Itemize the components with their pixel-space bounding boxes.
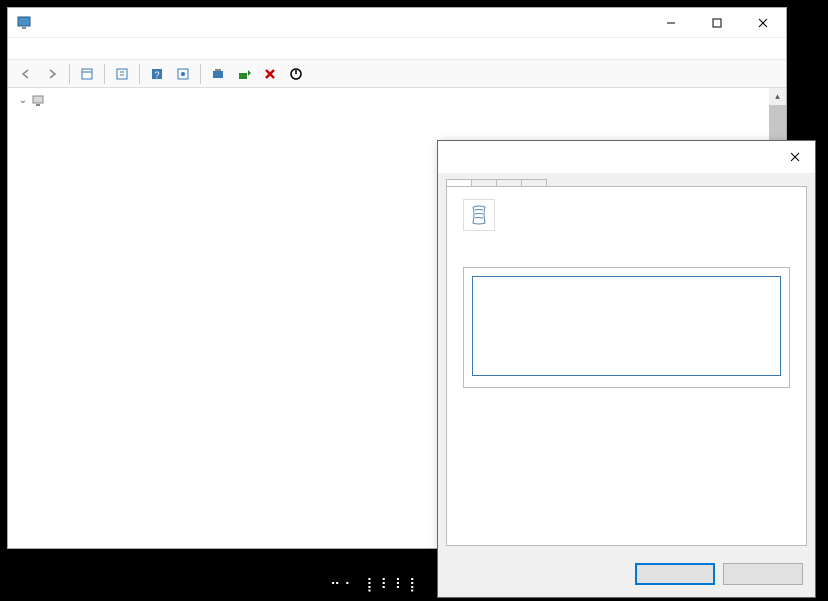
- action-button[interactable]: [171, 62, 195, 86]
- scan-hardware-button[interactable]: [206, 62, 230, 86]
- menubar: [8, 38, 786, 60]
- minimize-button[interactable]: [648, 8, 694, 38]
- taskbar-text: ⠒⠂ ⡇⠇⠇⡇: [330, 576, 423, 593]
- tab-driver[interactable]: [471, 179, 497, 186]
- update-driver-button[interactable]: [232, 62, 256, 86]
- show-hide-tree-button[interactable]: [75, 62, 99, 86]
- tree-root-node[interactable]: ⌄: [16, 92, 786, 109]
- disable-button[interactable]: [284, 62, 308, 86]
- toolbar: ?: [8, 60, 786, 88]
- ok-button[interactable]: [635, 563, 715, 585]
- titlebar[interactable]: [8, 8, 786, 38]
- tab-events[interactable]: [521, 179, 547, 186]
- expander-icon[interactable]: ⌄: [16, 95, 30, 106]
- device-large-icon: [463, 199, 495, 231]
- svg-text:?: ?: [154, 70, 159, 80]
- properties-button[interactable]: [110, 62, 134, 86]
- scroll-up-button[interactable]: ▴: [769, 88, 786, 105]
- uninstall-button[interactable]: [258, 62, 282, 86]
- properties-dialog: [437, 140, 816, 598]
- device-status-group: [463, 267, 790, 388]
- computer-icon: [30, 93, 46, 109]
- cancel-button[interactable]: [723, 563, 803, 585]
- forward-button[interactable]: [40, 62, 64, 86]
- dialog-tabstrip: [438, 173, 815, 186]
- app-icon: [16, 15, 32, 31]
- back-button[interactable]: [14, 62, 38, 86]
- close-button[interactable]: [740, 8, 786, 38]
- tab-general[interactable]: [446, 179, 472, 186]
- tab-panel-general: [446, 186, 807, 546]
- maximize-button[interactable]: [694, 8, 740, 38]
- help-button[interactable]: ?: [145, 62, 169, 86]
- device-tree[interactable]: ⌄: [8, 88, 786, 113]
- dialog-close-button[interactable]: [775, 141, 815, 173]
- tab-details[interactable]: [496, 179, 522, 186]
- device-status-textbox[interactable]: [472, 276, 781, 376]
